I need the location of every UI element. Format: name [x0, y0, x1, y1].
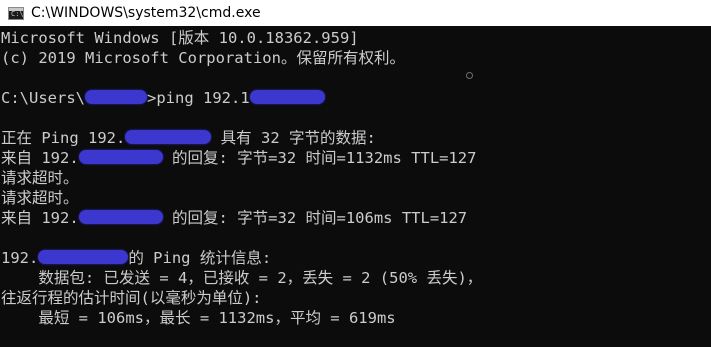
ping-start-suffix: 具有 32 字节的数据:: [211, 129, 376, 147]
window-title: C:\WINDOWS\system32\cmd.exe: [31, 5, 261, 21]
redacted-ip: [78, 210, 163, 224]
ping-start-prefix: 正在 Ping 192.: [1, 129, 126, 147]
stats-suffix: 的 Ping 统计信息:: [128, 249, 272, 267]
reply-line: 来自 192. 的回复: 字节=32 时间=1132ms TTL=127: [1, 148, 711, 168]
banner-line-copyright: (c) 2019 Microsoft Corporation。保留所有权利。: [1, 49, 405, 67]
reply-line: 来自 192. 的回复: 字节=32 时间=106ms TTL=127: [1, 208, 711, 228]
title-bar[interactable]: C:\ C:\WINDOWS\system32\cmd.exe: [0, 0, 711, 26]
prompt-path: C:\Users\: [1, 89, 85, 107]
redacted-username: [85, 90, 147, 104]
packets-line: 数据包: 已发送 = 4，已接收 = 2，丢失 = 2 (50% 丢失)，: [1, 269, 483, 287]
mouse-cursor-icon: [466, 72, 473, 79]
timeout-line: 请求超时。: [1, 169, 79, 187]
redacted-ip: [38, 250, 129, 264]
rtt-header-line: 往返行程的估计时间(以毫秒为单位):: [1, 289, 262, 307]
redacted-ip: [125, 130, 212, 144]
redacted-ip: [249, 90, 325, 104]
reply-prefix: 来自 192.: [1, 149, 79, 167]
cmd-window: C:\ C:\WINDOWS\system32\cmd.exe Microsof…: [0, 0, 711, 347]
prompt-symbol: >: [147, 89, 157, 107]
stats-header-line: 192. 的 Ping 统计信息:: [1, 248, 711, 268]
cmd-window-icon[interactable]: C:\: [8, 6, 24, 20]
reply-suffix: 的回复: 字节=32 时间=1132ms TTL=127: [162, 149, 477, 167]
command-text: ping 192.1: [156, 89, 250, 107]
timeout-line: 请求超时。: [1, 189, 79, 207]
redacted-ip: [78, 150, 163, 164]
banner-line-version: Microsoft Windows [版本 10.0.18362.959]: [1, 29, 359, 47]
reply-suffix: 的回复: 字节=32 时间=106ms TTL=127: [162, 209, 468, 227]
cmd-icon-glyph: C:\: [11, 9, 24, 18]
stats-prefix: 192.: [1, 249, 39, 267]
reply-prefix: 来自 192.: [1, 209, 79, 227]
ping-start-line: 正在 Ping 192. 具有 32 字节的数据:: [1, 128, 711, 148]
console-output[interactable]: Microsoft Windows [版本 10.0.18362.959] (c…: [0, 28, 711, 347]
rtt-values-line: 最短 = 106ms，最长 = 1132ms，平均 = 619ms: [1, 309, 396, 327]
command-line: C:\Users\ >ping 192.1: [1, 88, 711, 108]
